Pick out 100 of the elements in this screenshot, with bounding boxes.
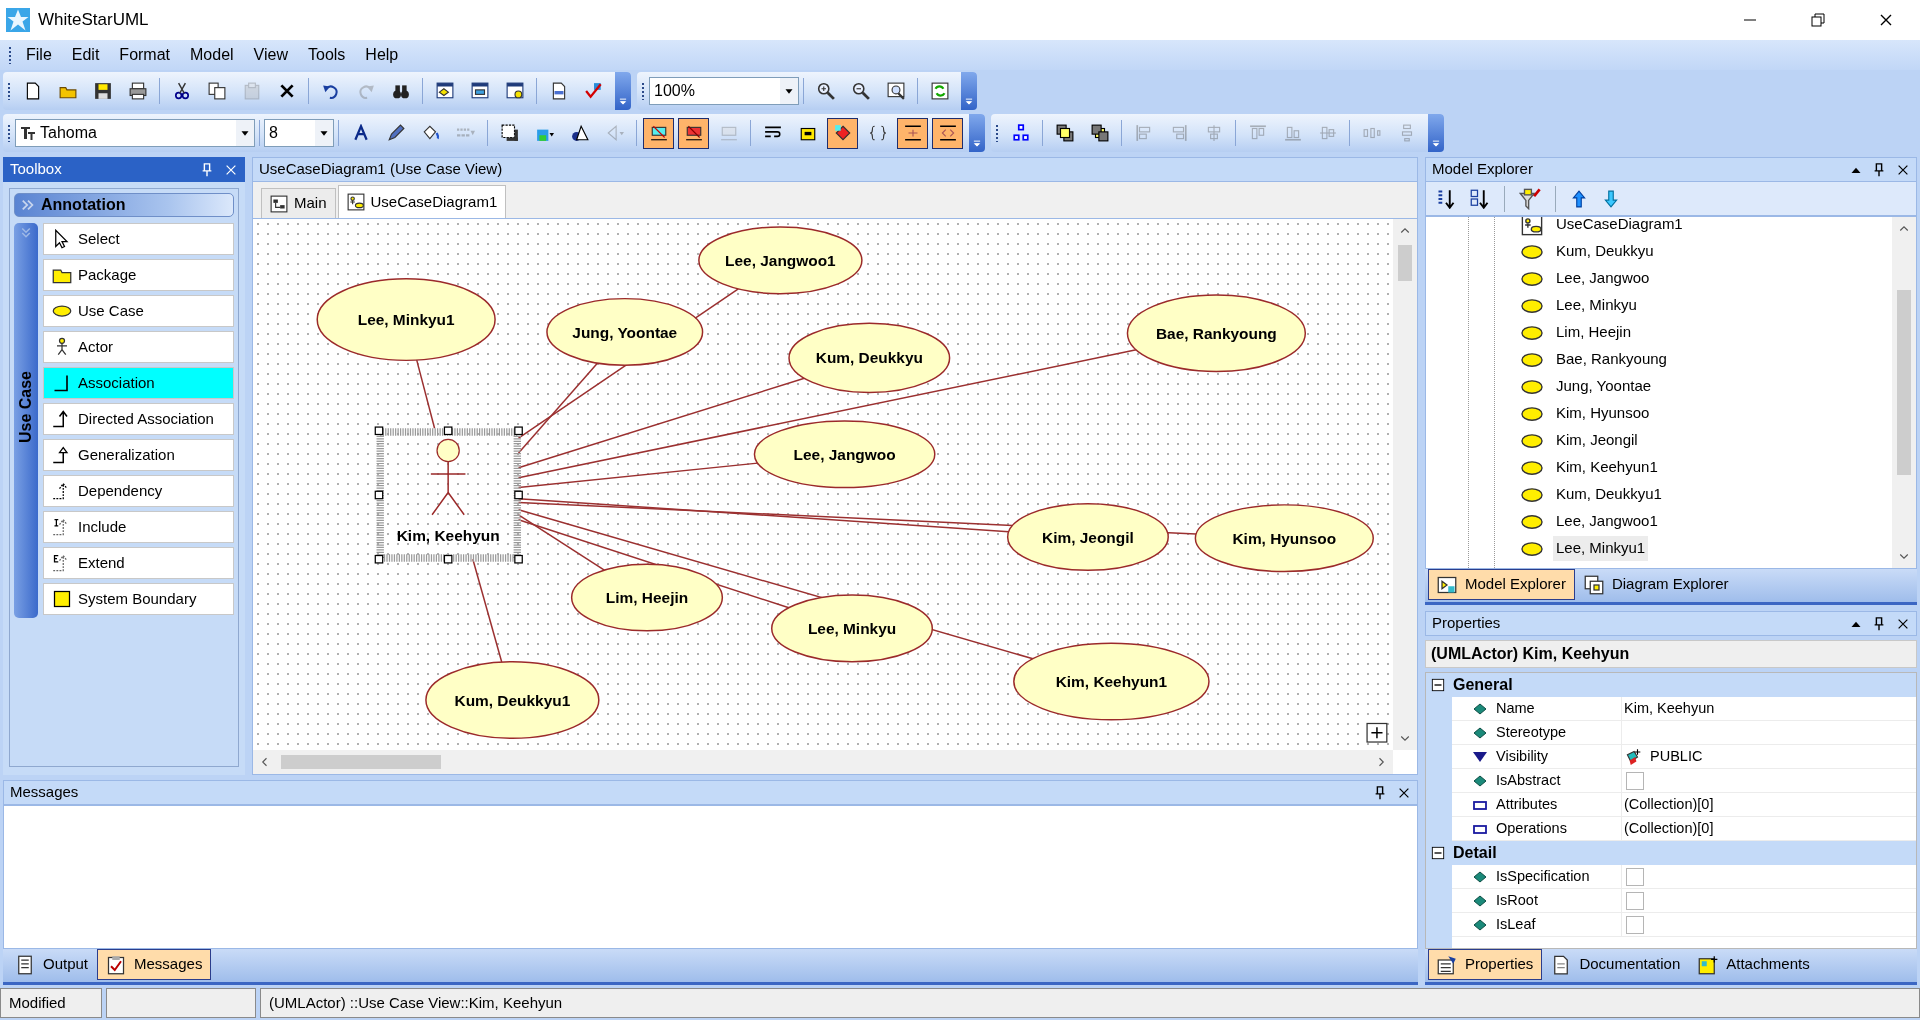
dropdown-field[interactable]: 8 <box>264 119 334 147</box>
sort-numeric-icon[interactable] <box>1436 188 1456 209</box>
document-tab[interactable]: UseCaseDiagram1 <box>337 185 507 218</box>
tree-item[interactable]: Kim, Keehyun1 <box>1553 455 1661 480</box>
scrollbar-thumb[interactable] <box>281 755 441 769</box>
property-name: Name <box>1496 698 1535 718</box>
vertical-scrollbar[interactable] <box>1393 219 1417 750</box>
arrow-icon <box>605 124 624 142</box>
panel-tab[interactable]: Model Explorer <box>1428 569 1575 600</box>
dropdown-field[interactable]: Tahoma <box>15 119 255 147</box>
sort-alpha-icon[interactable] <box>1470 188 1490 209</box>
tree-item[interactable]: Lee, Jangwoo <box>1553 266 1653 291</box>
panel-tab[interactable]: Attachments <box>1689 949 1819 980</box>
category-header[interactable]: Annotation <box>14 193 234 217</box>
pin-icon[interactable] <box>1373 785 1387 800</box>
status-text: Modified <box>0 988 102 1018</box>
tree-item[interactable]: UseCaseDiagram1 <box>1553 217 1686 237</box>
toolbar-options-button[interactable] <box>1428 114 1444 152</box>
use-case: Kim, Hyunsoo <box>1194 504 1374 573</box>
menu-item[interactable]: Format <box>109 41 181 69</box>
collapse-icon[interactable] <box>1431 678 1445 692</box>
tool-item[interactable]: Use Case <box>43 295 234 327</box>
lines-button[interactable] <box>932 117 963 149</box>
use-case: Lee, Jangwoo1 <box>698 226 863 295</box>
panel-tab[interactable]: Documentation <box>1542 949 1690 980</box>
tool-item[interactable]: Dependency <box>43 475 234 507</box>
tool-item[interactable]: Directed Association <box>43 403 234 435</box>
diamond-button[interactable] <box>827 117 858 149</box>
toolbar-options-button[interactable] <box>969 114 985 152</box>
pin-icon[interactable] <box>1872 162 1886 177</box>
tree-item[interactable]: Kim, Jeongil <box>1553 428 1641 453</box>
tool-item[interactable]: Extend <box>43 547 234 579</box>
panel-tab[interactable]: Diagram Explorer <box>1574 569 1738 600</box>
filter-icon[interactable] <box>1519 187 1541 210</box>
diagram-icon <box>505 82 524 100</box>
property-value: PUBLIC <box>1650 746 1703 766</box>
pin-icon[interactable] <box>1872 616 1886 631</box>
layout-icon <box>1011 124 1030 142</box>
toolbar-options-button[interactable] <box>615 72 631 110</box>
arrow-up-icon[interactable] <box>1570 189 1588 208</box>
lines-button[interactable] <box>897 117 928 149</box>
scrollbar-thumb[interactable] <box>1398 245 1412 281</box>
category-tab[interactable]: Use Case <box>14 223 38 618</box>
lines-icon <box>903 124 922 142</box>
menu-item[interactable]: Help <box>355 41 409 69</box>
tool-item[interactable]: Actor <box>43 331 234 363</box>
selection-frame[interactable] <box>374 426 523 564</box>
tree-item[interactable]: Lee, Minkyu1 <box>1553 536 1649 561</box>
tree-item[interactable]: Jung, Yoontae <box>1553 374 1655 399</box>
actor-label: Kim, Keehyun <box>396 526 500 544</box>
checkbox[interactable] <box>1626 867 1644 886</box>
checkbox[interactable] <box>1626 915 1644 934</box>
close-icon[interactable] <box>1878 12 1894 28</box>
property-value: (Collection)[0] <box>1624 818 1714 838</box>
horizontal-scrollbar[interactable] <box>253 750 1393 774</box>
menu-item[interactable]: Tools <box>298 41 356 69</box>
tool-item[interactable]: Association <box>43 367 234 399</box>
checkbox[interactable] <box>1626 771 1644 790</box>
menu-item[interactable]: Model <box>180 41 244 69</box>
dropdown-field[interactable]: 100% <box>649 77 799 105</box>
menu-item[interactable]: File <box>16 41 62 69</box>
shape-style-button[interactable] <box>643 117 674 149</box>
scrollbar-thumb[interactable] <box>1897 290 1911 475</box>
vertical-scrollbar[interactable] <box>1892 217 1916 568</box>
zoom-in-icon <box>816 82 835 100</box>
tool-item[interactable]: Select <box>43 223 234 255</box>
tree-item[interactable]: Kum, Deukkyu1 <box>1553 482 1665 507</box>
panel-tab[interactable]: Output <box>6 949 98 980</box>
pen-icon <box>386 124 405 142</box>
panel-tab[interactable]: Messages <box>97 949 212 980</box>
navigator-icon[interactable] <box>1366 722 1388 743</box>
tree-item[interactable]: Lee, Minkyu <box>1553 293 1640 318</box>
align-middle-icon <box>1318 124 1337 142</box>
panel-tab[interactable]: Properties <box>1428 949 1543 980</box>
tool-item[interactable]: Package <box>43 259 234 291</box>
checkbox[interactable] <box>1626 891 1644 910</box>
tree-item[interactable]: Kum, Deukkyu <box>1553 239 1657 264</box>
shadow-box-icon <box>500 124 519 142</box>
arrow-down-icon[interactable] <box>1602 189 1620 208</box>
tree-item[interactable]: Bae, Rankyoung <box>1553 347 1670 372</box>
menu-item[interactable]: View <box>243 41 298 69</box>
toolbar-options-button[interactable] <box>961 72 977 110</box>
tool-item[interactable]: Generalization <box>43 439 234 471</box>
double-chevron-icon <box>21 198 35 212</box>
document-tab[interactable]: Main <box>261 188 336 218</box>
property-name: Stereotype <box>1496 722 1567 742</box>
use-case: Kum, Deukkyu <box>788 322 951 394</box>
tree-item[interactable]: Lee, Jangwoo1 <box>1553 509 1661 534</box>
shape-style-icon <box>649 124 668 142</box>
toolbar-grip <box>995 124 999 142</box>
tree-item[interactable]: Lim, Heejin <box>1553 320 1635 345</box>
restore-icon[interactable] <box>1810 12 1826 28</box>
menu-item[interactable]: Edit <box>61 41 110 69</box>
shape-fill-button[interactable] <box>678 117 709 149</box>
shape-fill-icon <box>684 124 703 142</box>
cut-icon <box>172 82 191 100</box>
tool-item[interactable]: Include <box>43 511 234 543</box>
tree-item[interactable]: Kim, Hyunsoo <box>1553 401 1653 426</box>
collapse-icon[interactable] <box>1431 846 1445 860</box>
tool-item[interactable]: System Boundary <box>43 583 234 615</box>
